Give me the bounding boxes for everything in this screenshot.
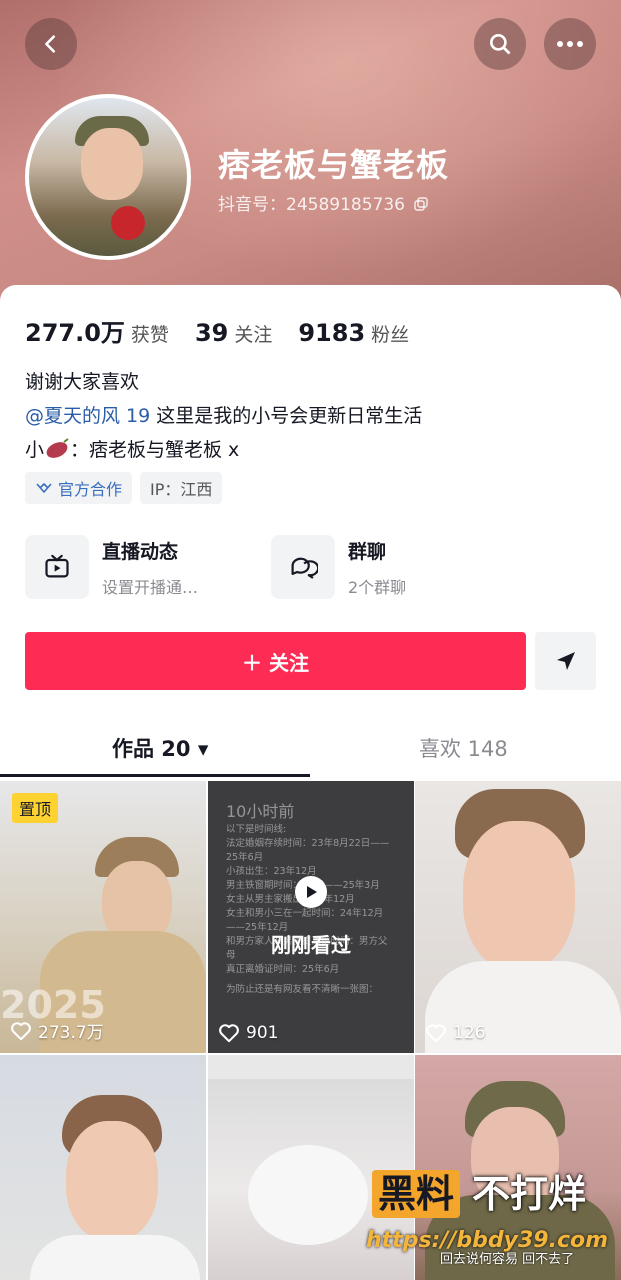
chevron-left-icon — [45, 35, 56, 53]
stat-following[interactable]: 39 关注 — [195, 319, 272, 347]
stat-followers[interactable]: 9183 粉丝 — [298, 319, 409, 347]
follow-button[interactable]: ＋ 关注 — [25, 632, 526, 690]
douyin-id[interactable]: 抖音号：24589185736 — [218, 190, 429, 215]
video-thumb[interactable] — [0, 1055, 206, 1280]
stat-likes[interactable]: 277.0万 获赞 — [25, 313, 169, 348]
chat-bubbles-icon — [271, 535, 335, 599]
profile-name: 痞老板与蟹老板 — [218, 146, 450, 184]
send-icon — [556, 652, 575, 670]
video-likes: 273.7万 — [10, 1018, 104, 1043]
official-cooperation-chip[interactable]: 官方合作 — [25, 472, 133, 504]
video-thumb[interactable]: 10小时前 以下是时间线: 法定婚姻存续时间：23年8月22日——25年6月 小… — [208, 781, 414, 1053]
recently-watched-label: 刚刚看过 — [271, 933, 351, 957]
bio-line-3: 小：痞老板与蟹老板 x — [25, 438, 240, 461]
handshake-icon — [36, 483, 52, 493]
live-notice-entry[interactable]: 直播动态 设置开播通… — [25, 535, 198, 599]
pinned-badge: 置顶 — [12, 793, 59, 823]
video-thumb[interactable]: 置顶 2025 273.7万 — [0, 781, 206, 1053]
video-caption: 回去说何容易 回不去了 — [440, 1252, 575, 1267]
services-row: 直播动态 设置开播通… 群聊 2个群聊 — [25, 535, 596, 603]
video-thumb[interactable]: 126 — [415, 781, 621, 1053]
group-chat-entry[interactable]: 群聊 2个群聊 — [271, 535, 406, 599]
more-dots-icon — [557, 41, 583, 47]
douyin-id-text: 抖音号：24589185736 — [218, 195, 405, 215]
bio: 谢谢大家喜欢 @夏天的风 19 这里是我的小号会更新日常生活 小：痞老板与蟹老板… — [25, 365, 422, 467]
stats-row: 277.0万 获赞 39 关注 9183 粉丝 — [25, 313, 409, 348]
search-button[interactable] — [474, 18, 526, 70]
video-likes: 901 — [218, 1023, 278, 1043]
heart-icon — [219, 1024, 239, 1043]
mention-link[interactable]: @夏天的风 19 — [25, 405, 150, 427]
tag-chips: 官方合作 IP：江西 — [25, 472, 223, 504]
bio-line-2: @夏天的风 19 这里是我的小号会更新日常生活 — [25, 405, 423, 427]
tab-works[interactable]: 作品 20 ▾ — [112, 733, 208, 763]
sweet-potato-icon — [46, 438, 69, 458]
profile-card: 277.0万 获赞 39 关注 9183 粉丝 谢谢大家喜欢 @夏天的风 19 这里是… — [0, 285, 621, 1280]
more-button[interactable] — [544, 18, 596, 70]
message-button[interactable] — [535, 632, 596, 690]
play-icon — [295, 876, 327, 908]
watermark: 黑料 不打烊 — [372, 1170, 612, 1232]
content-tabs: 作品 20 ▾ 喜欢 148 — [0, 715, 621, 780]
bio-line-1: 谢谢大家喜欢 — [25, 371, 140, 393]
copy-icon[interactable] — [414, 197, 429, 211]
avatar[interactable] — [25, 94, 191, 260]
search-icon — [490, 34, 511, 55]
tab-underline — [0, 774, 310, 777]
heart-icon — [11, 1021, 31, 1040]
ip-location-chip: IP：江西 — [140, 472, 223, 504]
tv-icon — [25, 535, 89, 599]
video-likes: 126 — [425, 1023, 485, 1043]
heart-icon — [426, 1024, 446, 1043]
profile-header: 痞老板与蟹老板 抖音号：24589185736 — [0, 0, 621, 310]
back-button[interactable] — [25, 18, 77, 70]
tab-likes[interactable]: 喜欢 148 — [419, 733, 508, 763]
